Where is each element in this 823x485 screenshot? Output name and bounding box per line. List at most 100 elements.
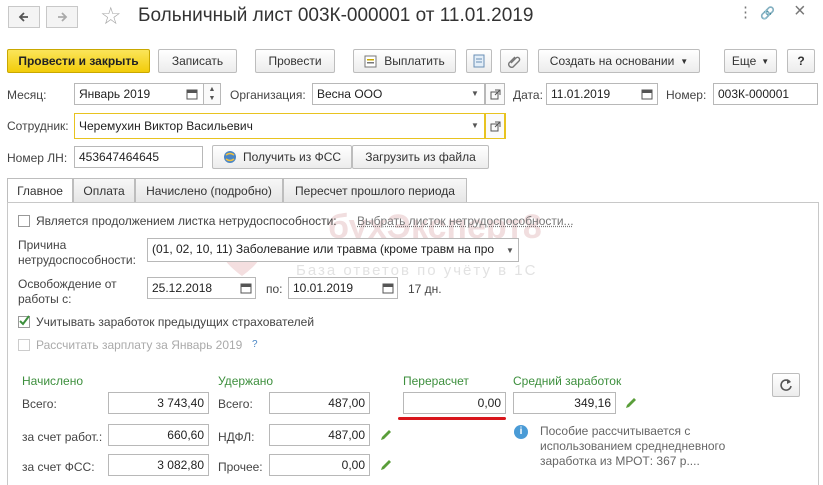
fss-globe-icon: [223, 151, 236, 163]
calc-salary-checkbox[interactable]: [18, 339, 30, 351]
fss-label: за счет ФСС:: [22, 460, 95, 474]
pay-icon: [364, 55, 377, 68]
pay-button[interactable]: Выплатить: [353, 49, 456, 73]
get-from-fss-button[interactable]: Получить из ФСС: [212, 145, 352, 169]
average-earnings-title: Средний заработок: [513, 374, 622, 388]
days-count: 17 дн.: [408, 282, 442, 296]
dropdown-arrow-icon: ▼: [761, 56, 770, 66]
create-based-button[interactable]: Создать на основании ▼: [538, 49, 700, 73]
reason-label-line-1: Причина: [18, 238, 67, 252]
load-from-file-button[interactable]: Загрузить из файла: [352, 145, 489, 169]
document-icon: [473, 54, 485, 68]
create-based-label: Создать на основании: [549, 54, 675, 68]
arrow-right-icon: [58, 12, 68, 22]
refresh-button[interactable]: [772, 373, 800, 397]
employer-field: 660,60: [108, 424, 209, 446]
help-hint-icon[interactable]: ?: [252, 339, 258, 350]
ln-number-field[interactable]: 453647464645: [74, 146, 203, 168]
info-text: Пособие рассчитывается с использованием …: [540, 424, 725, 469]
info-text-line-1: Пособие рассчитывается с: [540, 424, 691, 438]
continuation-label: Является продолжением листка нетрудоспос…: [36, 214, 337, 228]
organization-label: Организация:: [230, 88, 306, 102]
date-label: Дата:: [513, 88, 543, 102]
info-icon: i: [514, 425, 528, 439]
ln-number-label: Номер ЛН:: [7, 151, 68, 165]
employer-label: за счет работ.:: [22, 430, 103, 444]
select-sick-leave-link[interactable]: Выбрать листок нетрудоспособности...: [357, 214, 574, 228]
organization-field[interactable]: Весна ООО: [312, 83, 485, 105]
calendar-icon[interactable]: [186, 88, 198, 103]
average-earnings-field: 349,16: [513, 392, 616, 414]
refresh-icon: [780, 379, 792, 391]
other-field: 0,00: [269, 454, 370, 476]
ndfl-label: НДФЛ:: [218, 430, 255, 444]
dropdown-arrow-icon[interactable]: ▼: [471, 89, 479, 98]
paperclip-icon: [508, 56, 521, 68]
forward-button[interactable]: [46, 6, 78, 28]
open-icon: [490, 89, 500, 99]
edit-average-pencil-icon[interactable]: [624, 396, 638, 410]
open-link-button[interactable]: [485, 83, 505, 105]
other-label: Прочее:: [218, 460, 263, 474]
reason-select[interactable]: (01, 02, 10, 11) Заболевание или травма …: [147, 238, 519, 262]
reason-label: Причина нетрудоспособности:: [18, 238, 136, 268]
help-button[interactable]: ?: [787, 49, 815, 73]
calc-salary-label: Рассчитать зарплату за Январь 2019: [36, 338, 243, 352]
dropdown-arrow-icon[interactable]: ▼: [471, 121, 479, 130]
save-button[interactable]: Записать: [158, 49, 237, 73]
fss-field: 3 082,80: [108, 454, 209, 476]
release-label-line-1: Освобождение от: [18, 277, 117, 291]
info-text-line-3: заработка из МРОТ: 367 р....: [540, 454, 700, 468]
post-and-close-button[interactable]: Провести и закрыть: [7, 49, 150, 73]
release-to-label: по:: [266, 282, 283, 296]
arrow-left-icon: [18, 12, 28, 22]
withheld-title: Удержано: [218, 374, 274, 388]
dropdown-arrow-icon[interactable]: ▼: [506, 246, 514, 255]
recalc-highlight-underline: [398, 417, 506, 420]
open-icon: [490, 121, 500, 131]
edit-other-pencil-icon[interactable]: [379, 458, 393, 472]
withheld-total-label: Всего:: [218, 397, 253, 411]
tab-recalc-prev-period[interactable]: Пересчет прошлого периода: [283, 178, 467, 202]
link-icon[interactable]: 🔗: [760, 6, 775, 20]
release-label: Освобождение от работы с:: [18, 277, 117, 307]
calendar-icon[interactable]: [240, 282, 252, 297]
continuation-checkbox[interactable]: [18, 215, 30, 227]
ndfl-field: 487,00: [269, 424, 370, 446]
employee-field[interactable]: Черемухин Виктор Васильевич: [74, 113, 485, 139]
accrued-title: Начислено: [22, 374, 84, 388]
accrued-total-label: Всего:: [22, 397, 57, 411]
tab-main[interactable]: Главное: [7, 178, 73, 203]
prev-employers-label: Учитывать заработок предыдущих страховат…: [36, 315, 315, 329]
reason-label-line-2: нетрудоспособности:: [18, 253, 136, 267]
post-button[interactable]: Провести: [255, 49, 335, 73]
employee-field-border-end: [504, 113, 506, 139]
number-label: Номер:: [666, 88, 707, 102]
recalc-title: Перерасчет: [403, 374, 469, 388]
pay-label: Выплатить: [384, 54, 445, 68]
calendar-icon[interactable]: [382, 282, 394, 297]
window-title: Больничный лист 003К-000001 от 11.01.201…: [138, 5, 534, 26]
favorite-star-icon[interactable]: ☆: [100, 2, 122, 31]
open-link-button[interactable]: [485, 113, 505, 139]
more-label: Еще: [731, 54, 757, 68]
release-label-line-2: работы с:: [18, 292, 72, 306]
more-icon[interactable]: ⋮: [738, 3, 753, 21]
calendar-icon[interactable]: [641, 88, 653, 103]
number-field[interactable]: 003К-000001: [713, 83, 818, 105]
dropdown-arrow-icon: ▼: [680, 56, 689, 66]
month-field[interactable]: Январь 2019: [74, 83, 204, 105]
tab-accrued-detailed[interactable]: Начислено (подробно): [135, 178, 283, 202]
edit-ndfl-pencil-icon[interactable]: [379, 428, 393, 442]
withheld-total-field: 487,00: [269, 392, 370, 414]
print-forms-button[interactable]: [466, 49, 492, 73]
prev-employers-checkbox[interactable]: [18, 315, 30, 328]
month-stepper[interactable]: ▲ ▼: [203, 83, 221, 105]
close-icon[interactable]: ×: [794, 0, 806, 23]
tab-payment[interactable]: Оплата: [73, 178, 135, 202]
checkmark-icon: [19, 315, 30, 326]
back-button[interactable]: [8, 6, 40, 28]
attach-button[interactable]: [500, 49, 528, 73]
more-button[interactable]: Еще ▼: [724, 49, 777, 73]
employee-label: Сотрудник:: [7, 119, 69, 133]
